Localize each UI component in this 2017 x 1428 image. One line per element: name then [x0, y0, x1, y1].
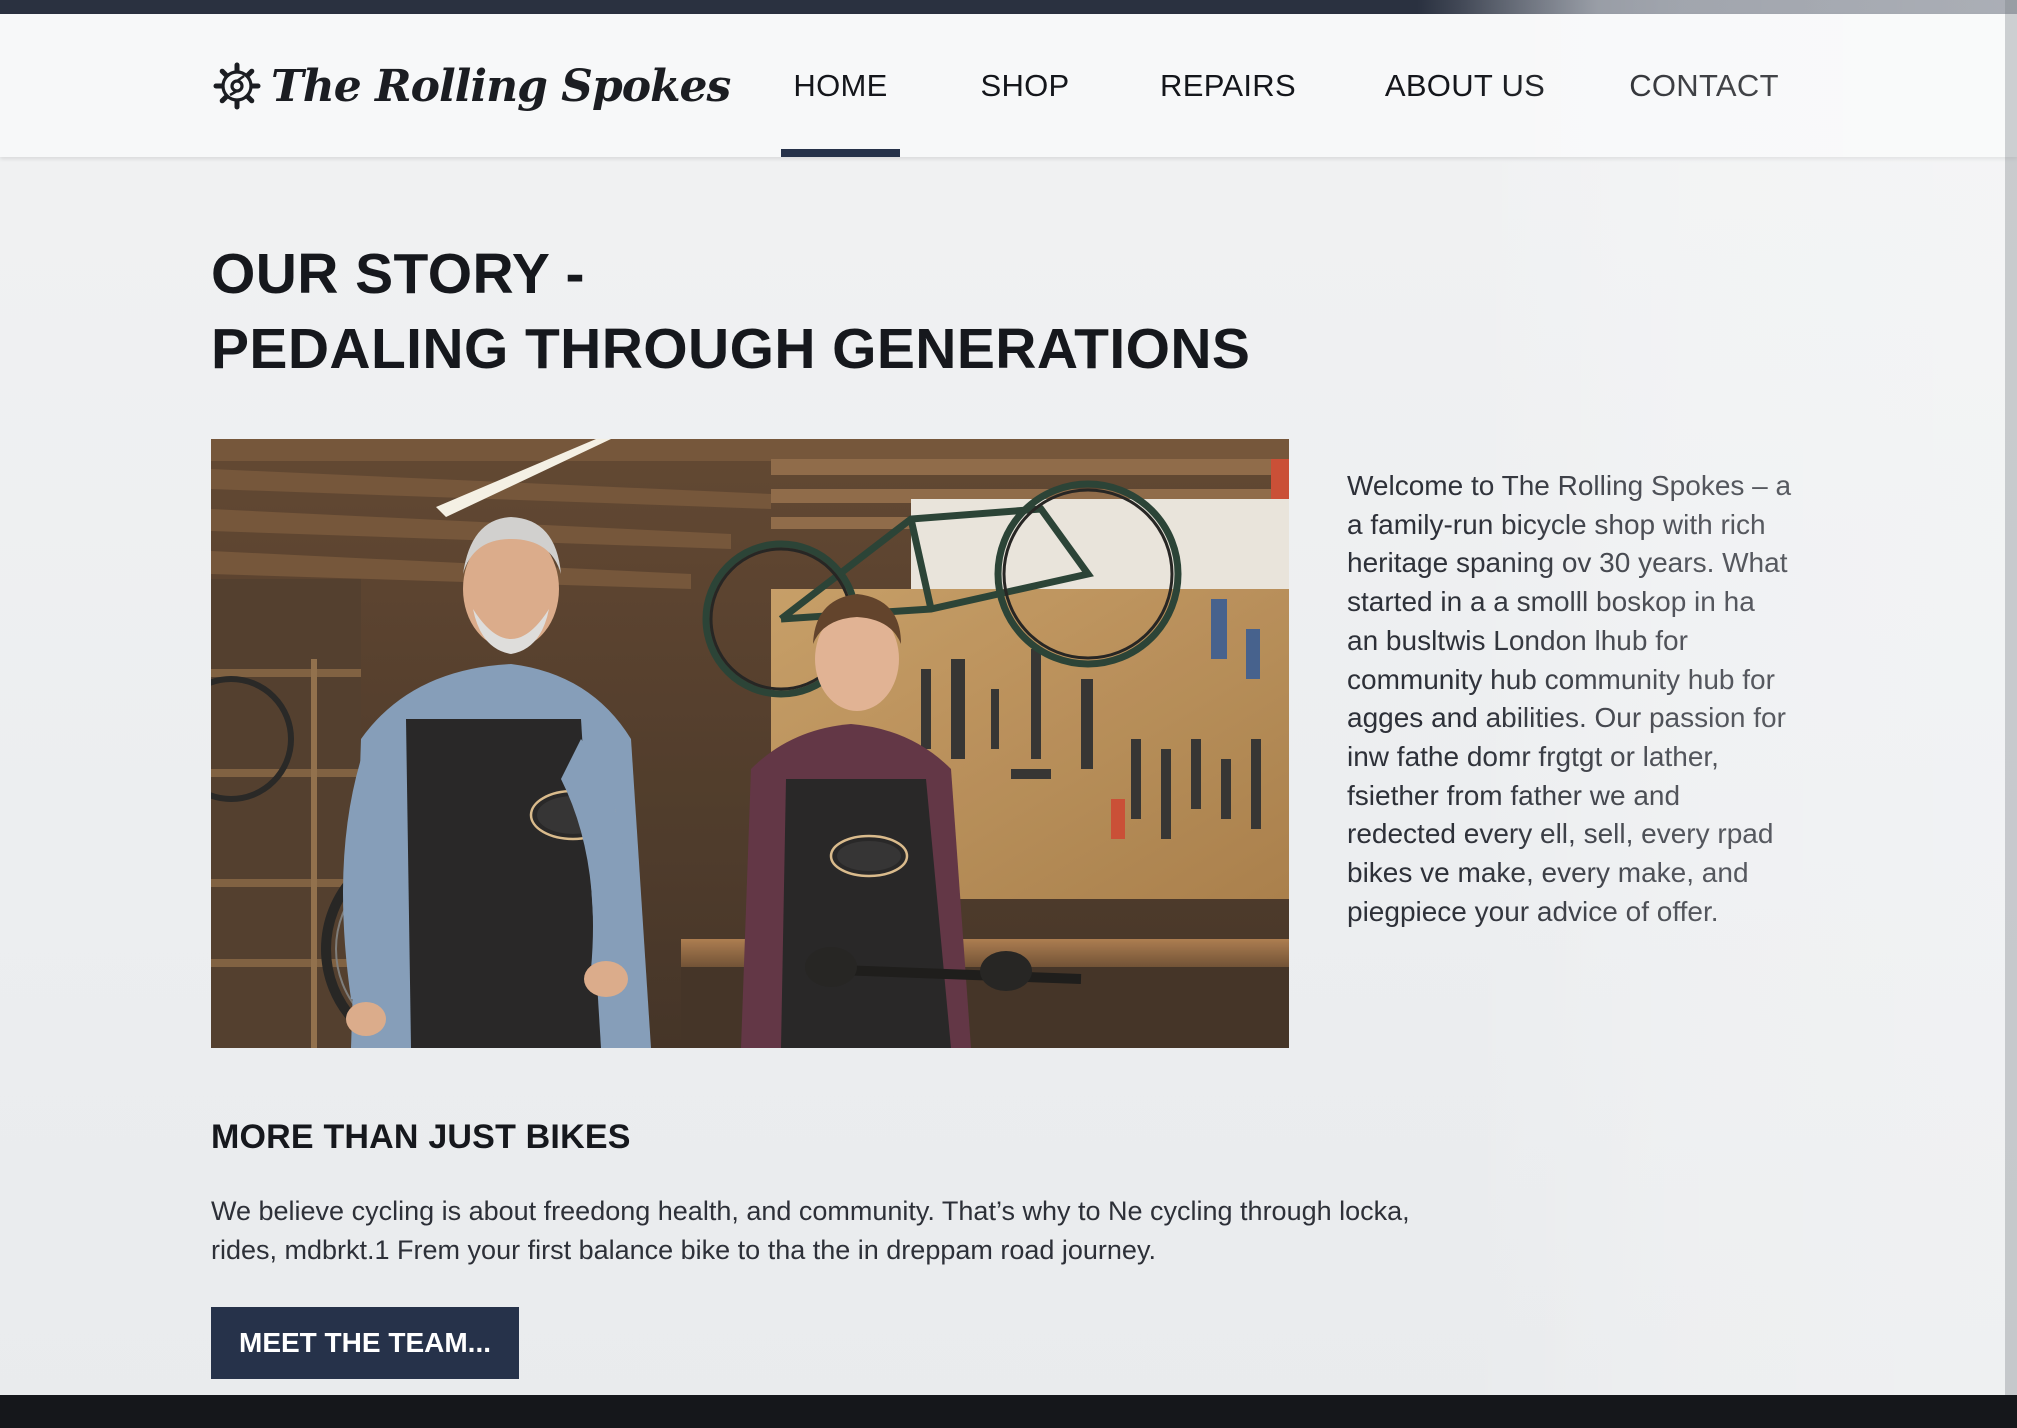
nav-repairs[interactable]: REPAIRS: [1158, 14, 1298, 157]
story-line: piegpiece your advice of offer.: [1347, 895, 1719, 927]
section-body: We believe cycling is about freedong hea…: [211, 1192, 1410, 1270]
page-title: OUR STORY - PEDALING THROUGH GENERATIONS: [211, 237, 1250, 387]
hero-photo-shop-owners: [211, 439, 1289, 1048]
story-line: community hub community hub for: [1347, 663, 1775, 695]
nav-about-us[interactable]: ABOUT US: [1384, 14, 1546, 157]
story-line: redected every ell, sell, every rpad: [1347, 818, 1774, 850]
page: The Rolling Spokes HOME SHOP REPAIRS ABO…: [0, 0, 2017, 1428]
story-line: fsiether from father we and: [1347, 779, 1681, 811]
page-title-line1: OUR STORY -: [211, 242, 585, 306]
page-title-line2: PEDALING THROUGH GENERATIONS: [211, 317, 1251, 381]
nav-contact[interactable]: CONTACT: [1626, 14, 1782, 157]
section-body-line: We believe cycling is about freedong hea…: [211, 1196, 1410, 1226]
nav-home[interactable]: HOME: [781, 14, 900, 157]
section-heading: MORE THAN JUST BIKES: [211, 1118, 631, 1156]
logo-link[interactable]: The Rolling Spokes: [213, 46, 731, 126]
gear-icon: [213, 62, 261, 110]
story-line: inw fathe domr frgtgt or lather,: [1347, 740, 1719, 772]
story-line: heritage spaning ov 30 years. What: [1347, 547, 1788, 579]
brand-name: The Rolling Spokes: [271, 60, 731, 112]
footer-strip: [0, 1395, 2017, 1428]
story-paragraph: Welcome to The Rolling Spokes – a a fami…: [1347, 467, 1817, 931]
meet-the-team-button[interactable]: MEET THE TEAM...: [211, 1307, 519, 1379]
story-line: a family-run bicycle shop with rich: [1347, 508, 1766, 540]
story-line: bikes ve make, every make, and: [1347, 857, 1749, 889]
top-strip: [0, 0, 2017, 14]
window-frame-edge: [2005, 0, 2017, 1395]
section-body-line: rides, mdbrkt.1 Frem your first balance …: [211, 1235, 1156, 1265]
story-line: an busltwis London lhub for: [1347, 624, 1688, 656]
story-line: agges and abilities. Our passion for: [1347, 702, 1786, 734]
hero-photo-illustration: [211, 439, 1289, 1048]
story-line: Welcome to The Rolling Spokes – a: [1347, 470, 1792, 501]
story-line: started in a a smolll boskop in ha: [1347, 586, 1755, 618]
nav-shop[interactable]: SHOP: [975, 14, 1075, 157]
